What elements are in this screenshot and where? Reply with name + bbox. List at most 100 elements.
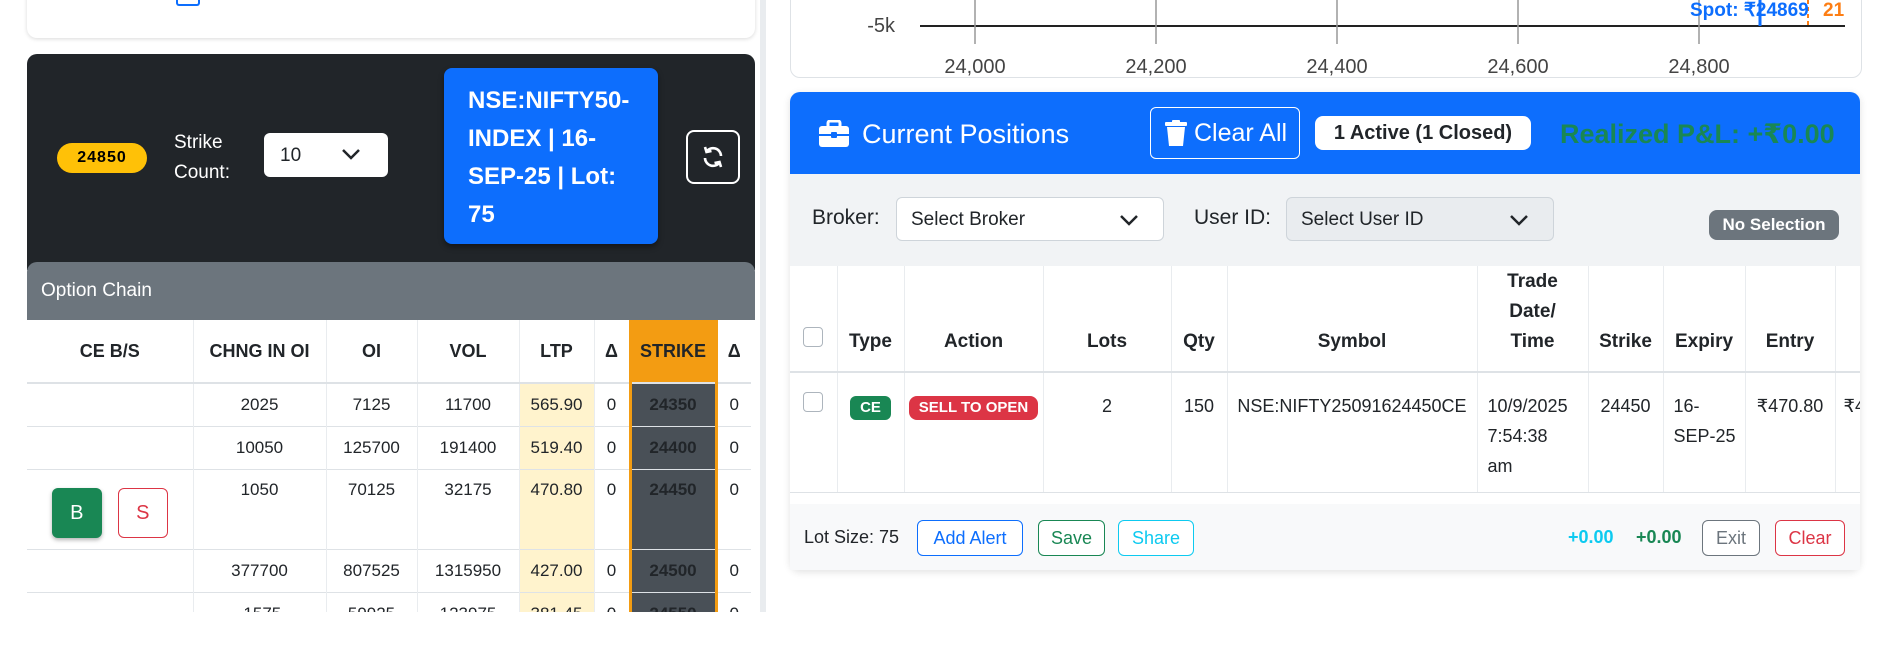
delta-put-cell: 0 [715, 426, 751, 470]
strike-count-label-text: Strike Count: [174, 132, 230, 183]
clear-all-button[interactable]: Clear All [1150, 107, 1300, 159]
broker-select-text: Select Broker [911, 209, 1026, 230]
clear-button[interactable]: Clear [1775, 520, 1845, 556]
delta-cell: 0 [593, 426, 630, 470]
ce-bs-cell: BS [27, 469, 193, 550]
oi-cell: 125700 [325, 426, 417, 470]
positions-table-wrap: Type Action Lots Qty Symbol Trade Date/ … [790, 266, 1860, 504]
strike-count-value: 10 [280, 145, 302, 166]
chevron-down-icon [342, 149, 360, 160]
ltp-cell: 381.45 [518, 592, 594, 612]
strike-cell[interactable]: 24400 [628, 426, 718, 470]
chng-oi-cell: 10050 [192, 426, 326, 470]
save-button[interactable]: Save [1038, 520, 1105, 556]
strike-cell[interactable]: 24500 [628, 549, 718, 593]
x-tick-label: 24,000 [944, 56, 1005, 78]
col-header-expiry: Expiry [1662, 266, 1745, 373]
select-all-checkbox[interactable] [803, 327, 824, 347]
trade-ampm: am [1487, 456, 1513, 476]
trade-time-cell: 10/9/2025 7:54:38 am [1476, 372, 1588, 493]
col-header-chng-oi: CHNG IN OI [192, 320, 326, 384]
ltp-cell: 565.90 [518, 382, 594, 427]
table-row: 10050 125700 191400 519.40 0 24400 0 [27, 426, 751, 470]
ce-bs-cell [27, 382, 193, 427]
col-header-trade-line2: Date/ [1509, 301, 1556, 322]
chng-oi-cell: 377700 [192, 549, 326, 593]
x-tick-label: 24,200 [1125, 56, 1186, 78]
positions-header-row: Type Action Lots Qty Symbol Trade Date/ … [790, 266, 1860, 373]
option-chain-table: CE B/S CHNG IN OI OI VOL LTP Δ STRIKE Δ … [27, 320, 751, 612]
vol-cell: 1315950 [416, 549, 519, 593]
strike-count-select[interactable]: 10 [264, 133, 388, 177]
x-tick-label: 24,400 [1306, 56, 1367, 78]
user-id-select[interactable]: Select User ID [1286, 197, 1554, 241]
top-card [27, 0, 755, 38]
oi-cell: 807525 [325, 549, 417, 593]
add-alert-button[interactable]: Add Alert [917, 520, 1023, 556]
x-tick-label: 24,600 [1487, 56, 1548, 78]
vol-cell: 32175 [416, 469, 519, 550]
checkbox-icon[interactable] [176, 0, 200, 6]
index-info-button[interactable]: NSE:NIFTY50-INDEX | 16-SEP-25 | Lot: 75 [444, 68, 658, 244]
action-cell: SELL TO OPEN [903, 372, 1043, 493]
overflow-cell: ₹4 [1834, 372, 1860, 493]
y-tick-label: -5k [867, 15, 896, 37]
expiry-line1: 16- [1673, 396, 1700, 416]
buy-button[interactable]: B [51, 488, 102, 538]
oi-cell: 70125 [325, 469, 417, 550]
strike-cell[interactable]: 24350 [628, 382, 718, 427]
chng-oi-cell: 1050 [192, 469, 326, 550]
vol-cell: 123975 [416, 592, 519, 612]
unrealized-pnl-value: +0.00 [1568, 527, 1614, 547]
spot-label: Spot: ₹24869 [1690, 0, 1809, 21]
lot-size-label: Lot Size: 75 [804, 527, 900, 547]
strike-cell[interactable]: 24450 [628, 469, 718, 550]
strike-count-label: Strike Count: [174, 128, 244, 188]
table-row: 377700 807525 1315950 427.00 0 24500 0 [27, 549, 751, 593]
option-chain-header: Option Chain [27, 262, 755, 320]
delta-put-cell: 0 [715, 469, 751, 550]
ce-bs-cell [27, 426, 193, 470]
chng-oi-cell: -1575 [192, 592, 326, 612]
col-header-delta-put: Δ [715, 320, 751, 384]
trash-icon [1165, 120, 1187, 146]
strike-cell[interactable]: 24550 [628, 592, 718, 612]
col-header-entry: Entry [1744, 266, 1835, 373]
user-id-select-text: Select User ID [1301, 209, 1424, 230]
broker-select[interactable]: Select Broker [896, 197, 1164, 241]
qty-cell: 150 [1170, 372, 1227, 493]
refresh-icon [703, 146, 723, 168]
row-checkbox[interactable] [803, 392, 824, 412]
table-row: 2025 7125 11700 565.90 0 24350 0 [27, 382, 751, 427]
chevron-down-icon [1510, 215, 1528, 226]
delta-cell: 0 [593, 592, 630, 612]
col-header-overflow [1834, 266, 1860, 373]
row-select-cell [790, 372, 837, 493]
chevron-down-icon [1120, 215, 1138, 226]
col-header-lots: Lots [1042, 266, 1171, 373]
delta-put-cell: 0 [715, 549, 751, 593]
col-header-symbol: Symbol [1226, 266, 1477, 373]
broker-label: Broker: [812, 206, 880, 229]
col-header-oi: OI [325, 320, 417, 384]
strike-cell: 24450 [1587, 372, 1663, 493]
spot-label-overlap: 21 [1823, 0, 1845, 21]
col-header-strike: STRIKE [628, 320, 718, 384]
chng-oi-cell: 2025 [192, 382, 326, 427]
panel-resize-divider[interactable] [760, 0, 766, 612]
lots-cell: 2 [1042, 372, 1171, 493]
delta-put-cell: 0 [715, 592, 751, 612]
user-id-label: User ID: [1194, 206, 1272, 229]
option-chain-header-row: CE B/S CHNG IN OI OI VOL LTP Δ STRIKE Δ [27, 320, 751, 384]
selection-status-badge: No Selection [1709, 210, 1839, 240]
refresh-button[interactable] [686, 130, 740, 184]
col-header-delta: Δ [593, 320, 630, 384]
total-pnl-value: +0.00 [1636, 527, 1682, 547]
exit-button[interactable]: Exit [1702, 520, 1760, 556]
sell-button[interactable]: S [117, 488, 168, 538]
realized-pnl: Realized P&L: +₹0.00 [1560, 119, 1835, 149]
trade-date: 10/9/2025 [1487, 396, 1568, 416]
col-header-type: Type [836, 266, 904, 373]
expiry-line2: SEP-25 [1673, 426, 1736, 446]
share-button[interactable]: Share [1118, 520, 1194, 556]
